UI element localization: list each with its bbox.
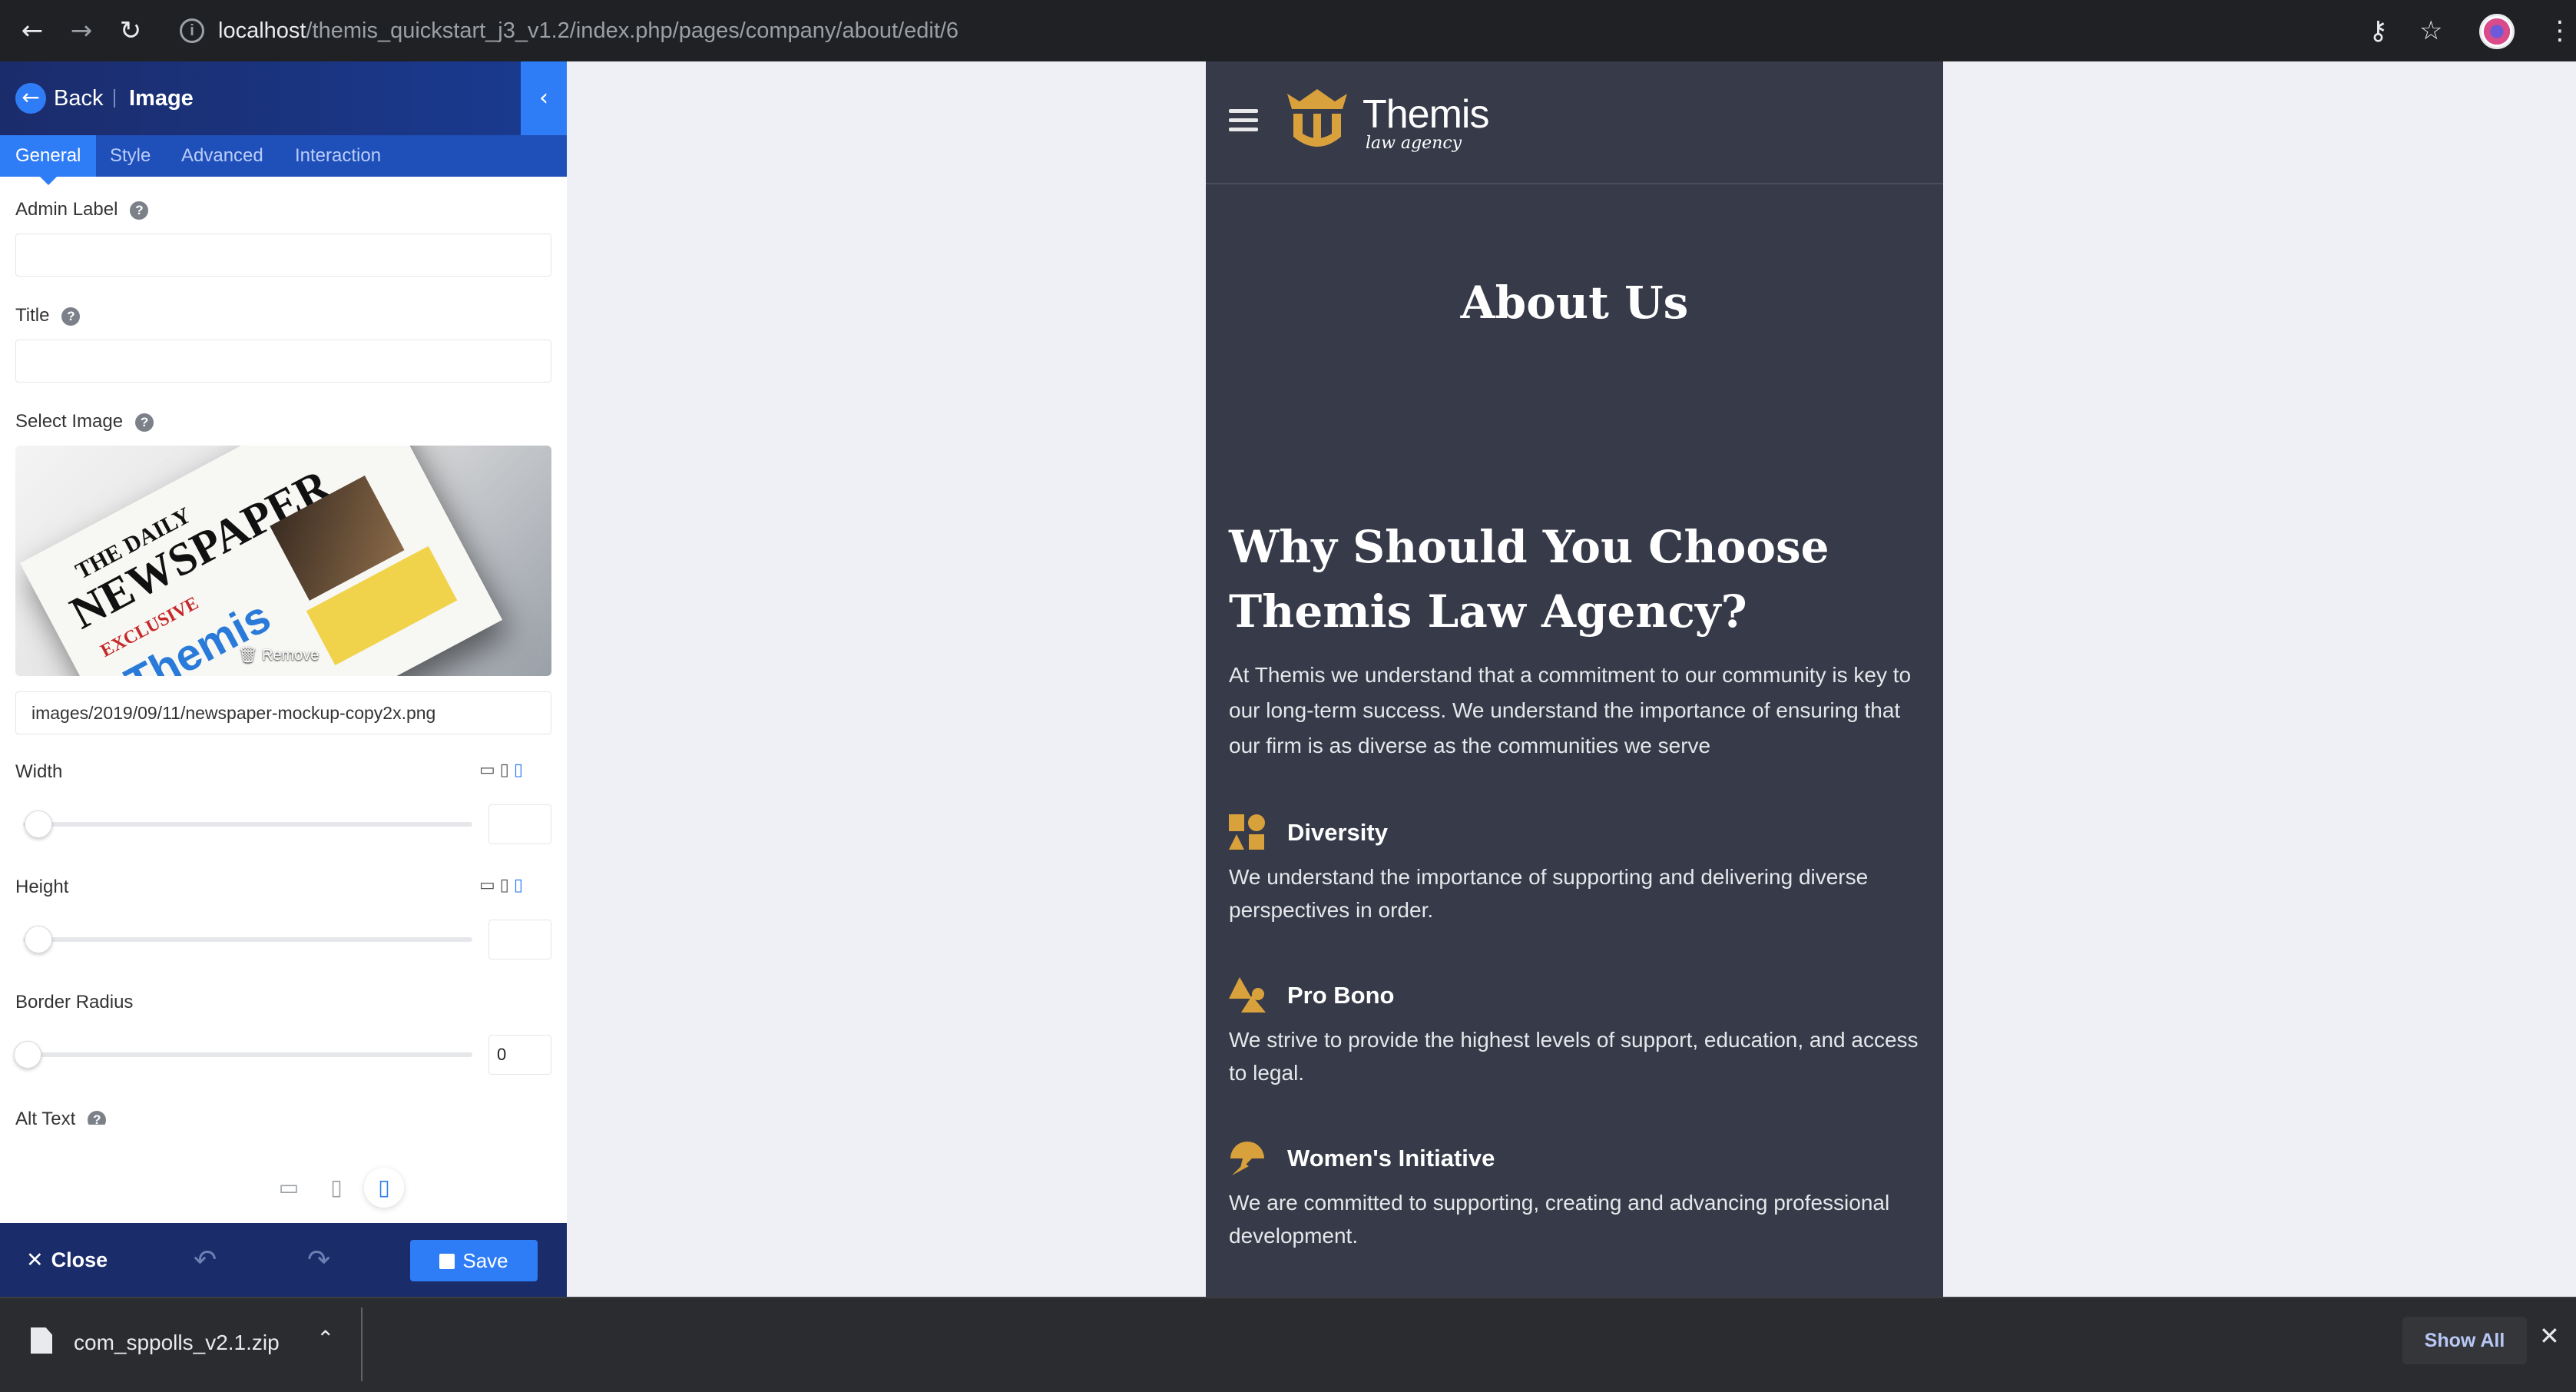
show-all-button[interactable]: Show All xyxy=(2402,1317,2527,1364)
border-radius-label: Border Radius xyxy=(15,992,134,1013)
device-switcher: ▭ ▯ ▯ xyxy=(0,1152,567,1221)
site-preview: Themis law agency About Us Why Should Yo… xyxy=(1206,61,1943,1297)
image-preview[interactable]: THE DAILY NEWSPAPER EXCLUSIVE Themis 🗑 R… xyxy=(15,446,551,676)
diversity-icon xyxy=(1229,814,1265,850)
height-slider[interactable] xyxy=(23,937,472,942)
desktop-view-icon[interactable]: ▭ xyxy=(269,1168,309,1208)
forward-arrow-icon[interactable]: → xyxy=(65,14,98,48)
collapse-panel-chevron-icon[interactable]: ‹ xyxy=(521,61,567,135)
save-button[interactable]: Save xyxy=(410,1240,538,1281)
height-value-input[interactable] xyxy=(488,920,551,959)
themis-logo-icon[interactable] xyxy=(1284,86,1350,155)
tab-general[interactable]: General xyxy=(0,135,97,177)
download-divider xyxy=(361,1307,363,1381)
section-heading: Why Should You Choose Themis Law Agency? xyxy=(1229,521,1829,638)
mobile-icon[interactable]: ▯ xyxy=(514,876,528,895)
width-device-switch[interactable]: ▭▯▯ xyxy=(479,761,528,780)
editor-panel: ← Back Image ‹ General Style Advanced In… xyxy=(0,61,567,1297)
tablet-icon[interactable]: ▯ xyxy=(500,876,514,895)
site-header: Themis law agency xyxy=(1206,61,1943,184)
border-radius-slider[interactable] xyxy=(23,1052,472,1057)
width-slider-handle[interactable] xyxy=(25,810,52,838)
mobile-view-icon[interactable]: ▯ xyxy=(364,1168,404,1208)
desktop-icon[interactable]: ▭ xyxy=(479,761,500,780)
browser-menu-icon[interactable]: ⋮ xyxy=(2547,14,2573,48)
site-info-icon[interactable]: i xyxy=(180,18,204,43)
height-device-switch[interactable]: ▭▯▯ xyxy=(479,876,528,895)
back-arrow-icon[interactable]: ← xyxy=(15,83,46,114)
title-input[interactable] xyxy=(15,340,551,383)
help-icon[interactable]: ? xyxy=(88,1110,107,1125)
url-text[interactable]: localhost/themis_quickstart_j3_v1.2/inde… xyxy=(218,17,959,45)
panel-footer: ✕ Close ↶ ↷ Save xyxy=(0,1223,567,1297)
alt-text-row-clipped: Alt Text? xyxy=(0,1106,567,1125)
address-bar[interactable]: i localhost/themis_quickstart_j3_v1.2/in… xyxy=(167,8,2425,54)
border-radius-value-input[interactable]: 0 xyxy=(488,1035,551,1075)
save-icon xyxy=(439,1254,455,1269)
close-icon: ✕ xyxy=(26,1248,44,1272)
tab-style[interactable]: Style xyxy=(110,135,151,177)
help-icon[interactable]: ? xyxy=(61,307,81,326)
pro-bono-icon xyxy=(1229,977,1266,1013)
close-icon[interactable]: ✕ xyxy=(2539,1321,2560,1351)
admin-label-input[interactable] xyxy=(15,234,551,277)
page-title: About Us xyxy=(1460,277,1689,329)
tab-interaction[interactable]: Interaction xyxy=(295,135,381,177)
tablet-icon[interactable]: ▯ xyxy=(500,761,514,780)
chevron-up-icon[interactable]: ⌃ xyxy=(316,1326,334,1351)
help-icon[interactable]: ? xyxy=(135,413,154,432)
mobile-icon[interactable]: ▯ xyxy=(514,761,528,780)
select-image-label: Select Image? xyxy=(15,410,154,433)
profile-avatar[interactable] xyxy=(2479,14,2515,49)
admin-label-label: Admin Label? xyxy=(15,198,149,221)
browser-toolbar: ← → ↻ i localhost/themis_quickstart_j3_v… xyxy=(0,0,2576,61)
womens-initiative-icon xyxy=(1230,1142,1264,1175)
height-label: Height xyxy=(15,877,69,897)
logo-name[interactable]: Themis xyxy=(1362,92,1489,137)
key-icon[interactable]: ⚷ xyxy=(2369,14,2388,48)
undo-icon[interactable]: ↶ xyxy=(194,1245,217,1276)
reload-icon[interactable]: ↻ xyxy=(114,14,147,48)
panel-tabs: General Style Advanced Interaction xyxy=(0,135,567,177)
trash-icon: 🗑 xyxy=(238,647,258,664)
intro-paragraph: At Themis we understand that a commitmen… xyxy=(1229,663,1912,757)
remove-image-button[interactable]: 🗑 Remove xyxy=(238,645,319,665)
hamburger-menu-icon[interactable] xyxy=(1229,109,1258,134)
file-icon xyxy=(31,1327,52,1354)
bookmark-star-icon[interactable]: ☆ xyxy=(2419,14,2442,48)
panel-title: Image xyxy=(129,86,194,111)
active-tab-pointer xyxy=(40,177,57,185)
close-button[interactable]: ✕ Close xyxy=(26,1246,108,1274)
redo-icon[interactable]: ↷ xyxy=(307,1245,330,1276)
tab-advanced[interactable]: Advanced xyxy=(181,135,263,177)
download-bar: com_sppolls_v2.1.zip ⌃ Show All ✕ xyxy=(0,1297,2576,1392)
header-divider xyxy=(114,89,115,108)
width-slider[interactable] xyxy=(23,822,472,827)
alt-text-label: Alt Text? xyxy=(15,1108,107,1125)
image-path-input[interactable]: images/2019/09/11/newspaper-mockup-copy2… xyxy=(15,691,551,734)
tablet-view-icon[interactable]: ▯ xyxy=(316,1168,356,1208)
download-file-name[interactable]: com_sppolls_v2.1.zip xyxy=(74,1329,280,1357)
panel-header: ← Back Image ‹ xyxy=(0,61,567,135)
help-icon[interactable]: ? xyxy=(130,201,149,220)
title-label: Title? xyxy=(15,304,81,327)
newspaper-thumbnail: THE DAILY NEWSPAPER EXCLUSIVE Themis xyxy=(19,446,503,676)
logo-tagline: law agency xyxy=(1366,134,1462,153)
back-button[interactable]: Back xyxy=(54,85,103,112)
desktop-icon[interactable]: ▭ xyxy=(479,876,500,895)
border-radius-slider-handle[interactable] xyxy=(14,1041,41,1069)
width-value-input[interactable] xyxy=(488,804,551,844)
height-slider-handle[interactable] xyxy=(25,926,52,953)
width-label: Width xyxy=(15,761,63,782)
back-arrow-icon[interactable]: ← xyxy=(15,14,49,48)
